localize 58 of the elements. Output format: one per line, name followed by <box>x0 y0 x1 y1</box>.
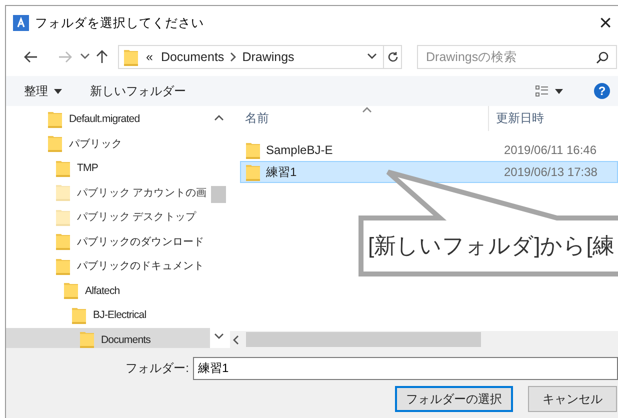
folder-icon <box>246 164 260 180</box>
folder-icon <box>56 208 70 226</box>
folder-input[interactable]: 練習1 <box>193 357 618 380</box>
search-field[interactable]: Drawingsの検索 <box>417 45 617 69</box>
file-row[interactable]: 練習1 2019/06/13 17:38 <box>240 161 618 183</box>
tree-item[interactable]: TMP <box>6 156 210 180</box>
folder-icon <box>80 331 94 348</box>
modified-date: 2019/06/13 17:38 <box>504 165 598 179</box>
tree-item[interactable]: パブリック <box>6 132 210 156</box>
close-button[interactable]: × <box>595 10 616 36</box>
folder-icon <box>56 160 70 177</box>
folder-icon <box>124 48 138 66</box>
column-header[interactable]: 更新日時 <box>496 110 544 127</box>
window-title: フォルダを選択してください <box>35 14 204 32</box>
tree-item[interactable]: パブリックのダウンロード <box>6 230 210 254</box>
folder-label: フォルダー: <box>126 360 189 377</box>
breadcrumb[interactable]: Documents <box>156 50 228 64</box>
cancel-button[interactable]: キャンセル <box>528 386 617 412</box>
column-header[interactable]: 名前 <box>245 110 269 127</box>
folder-icon <box>246 142 260 158</box>
tree-item[interactable]: BJ-Electrical <box>6 303 210 328</box>
overflow-chevron[interactable]: « <box>142 50 157 64</box>
tree-item[interactable]: Alfatech <box>6 278 210 303</box>
folder-icon <box>56 184 70 202</box>
tree-item[interactable]: Documents <box>6 328 210 348</box>
address-bar[interactable]: « Documents Drawings <box>118 45 402 69</box>
back-arrow-icon <box>24 51 38 63</box>
refresh-icon <box>386 51 398 63</box>
caret-icon <box>555 88 563 94</box>
folder-icon <box>64 282 78 300</box>
folder-name: SampleBJ-E <box>266 143 333 157</box>
folder-icon <box>72 306 86 324</box>
view-list-icon <box>535 85 549 97</box>
new-folder-button[interactable]: 新しいフォルダー <box>84 80 192 102</box>
folder-name: 練習1 <box>266 164 297 180</box>
scrollbar-thumb[interactable] <box>246 332 481 347</box>
select-folder-button[interactable]: フォルダーの選択 <box>395 386 513 412</box>
tree-item[interactable]: パブリックのドキュメント <box>6 254 210 278</box>
help-button[interactable]: ? <box>594 83 610 99</box>
up-arrow-icon <box>96 50 108 64</box>
tree-item[interactable]: パブリック デスクトップ <box>6 205 210 230</box>
organize-menu[interactable]: 整理 <box>18 80 68 102</box>
folder-icon <box>56 233 70 250</box>
scrollbar-thumb[interactable] <box>211 186 226 203</box>
forward-arrow-icon <box>58 51 72 63</box>
caret-icon <box>54 88 62 94</box>
folder-icon <box>48 110 62 128</box>
folder-icon <box>56 258 70 275</box>
app-icon <box>13 15 29 31</box>
tree-item[interactable]: Default.migrated <box>6 107 210 132</box>
chevron-icon <box>228 52 238 62</box>
file-row[interactable]: SampleBJ-E 2019/06/11 16:46 <box>240 139 618 161</box>
breadcrumb[interactable]: Drawings <box>238 50 298 64</box>
callout-text: [新しいフォルダ]から[練 <box>368 232 614 260</box>
search-icon <box>596 51 609 64</box>
modified-date: 2019/06/11 16:46 <box>504 143 597 157</box>
folder-icon <box>48 135 62 152</box>
tree-item[interactable]: パブリック アカウントの画 <box>6 180 210 205</box>
